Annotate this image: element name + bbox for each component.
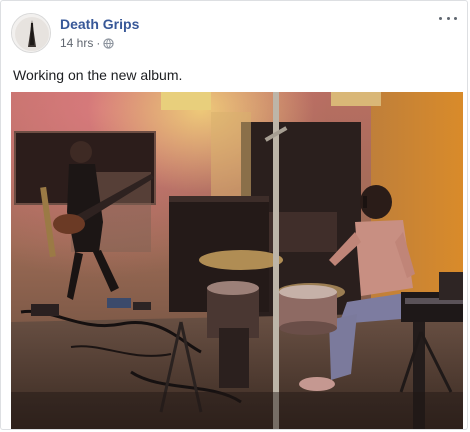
post-photo[interactable] — [11, 92, 463, 429]
post-header: Death Grips 14 hrs · — [11, 13, 139, 53]
post-meta: Death Grips 14 hrs · — [60, 15, 139, 50]
post-text: Working on the new album. — [13, 67, 183, 83]
facebook-post: Death Grips 14 hrs · Working on the new … — [0, 0, 468, 430]
studio-photo — [11, 92, 463, 429]
page-name-link[interactable]: Death Grips — [60, 15, 139, 33]
post-timestamp[interactable]: 14 hrs — [60, 36, 93, 50]
avatar-image — [12, 14, 50, 52]
more-options-icon[interactable] — [439, 12, 457, 24]
avatar[interactable] — [11, 13, 51, 53]
globe-icon — [103, 37, 115, 49]
meta-separator: · — [96, 36, 101, 50]
post-subline: 14 hrs · — [60, 36, 139, 50]
